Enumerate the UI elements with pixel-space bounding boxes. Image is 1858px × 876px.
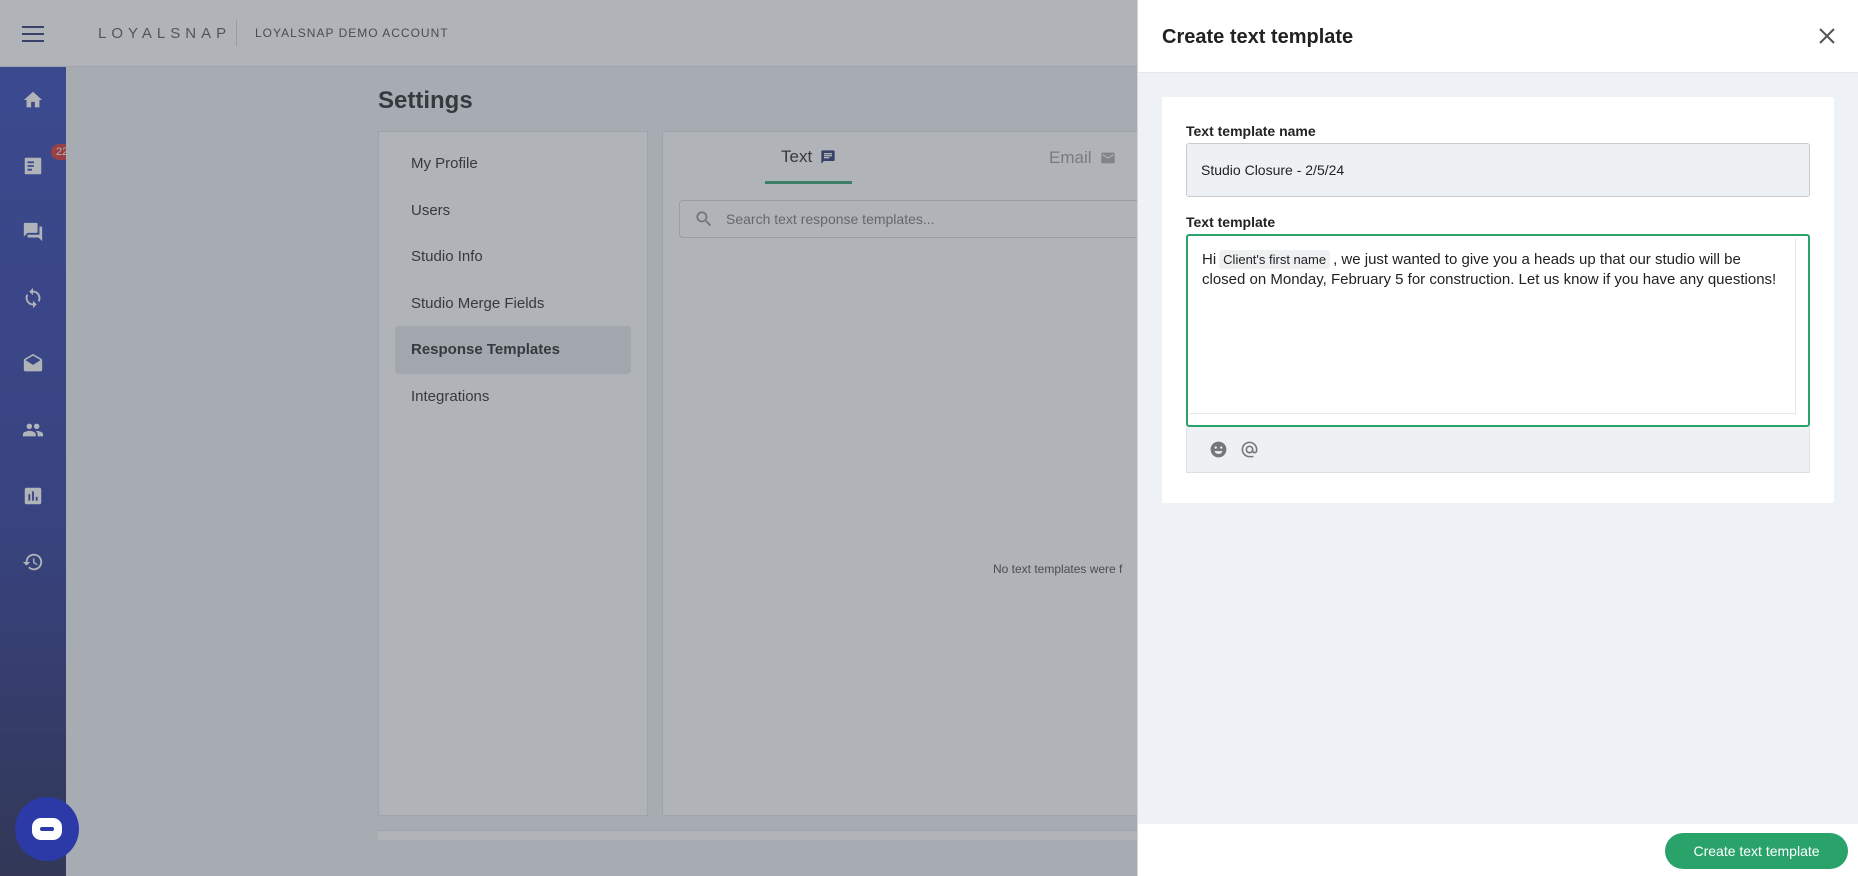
template-form: Text template name Text template HiClien… bbox=[1162, 97, 1834, 503]
editor-toolbar bbox=[1186, 427, 1810, 473]
chat-bubble-icon bbox=[32, 818, 62, 840]
template-name-input[interactable] bbox=[1186, 143, 1810, 197]
drawer-title: Create text template bbox=[1162, 26, 1354, 48]
template-text-editor[interactable]: Hi Client's first name, we just wanted to… bbox=[1186, 234, 1810, 427]
close-icon[interactable] bbox=[1817, 26, 1837, 46]
support-chat-button[interactable] bbox=[15, 797, 79, 861]
drawer-header: Create text template bbox=[1138, 0, 1858, 73]
drawer-footer: Create text template bbox=[1138, 824, 1858, 876]
merge-field-chip[interactable]: Client's first name bbox=[1219, 250, 1331, 269]
template-text-label: Text template bbox=[1186, 214, 1276, 230]
mention-icon[interactable] bbox=[1240, 440, 1259, 459]
template-text-content[interactable]: Hi Client's first name, we just wanted to… bbox=[1202, 250, 1782, 290]
emoji-icon[interactable] bbox=[1209, 440, 1228, 459]
create-template-drawer: Create text template Text template name … bbox=[1137, 0, 1858, 876]
template-greeting: Hi bbox=[1202, 251, 1217, 268]
create-template-button[interactable]: Create text template bbox=[1665, 833, 1848, 869]
template-name-label: Text template name bbox=[1186, 123, 1316, 139]
